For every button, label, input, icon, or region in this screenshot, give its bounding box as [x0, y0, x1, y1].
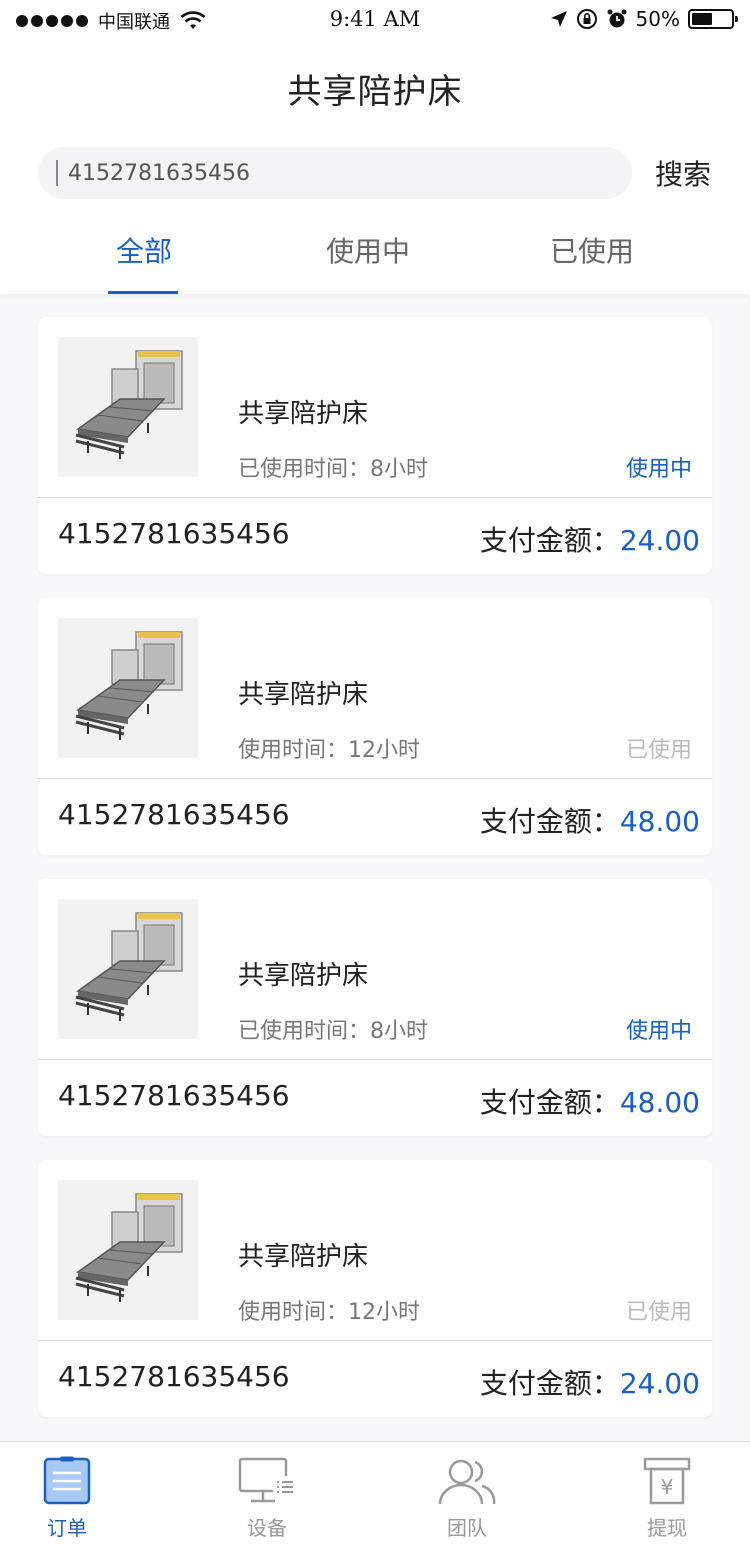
- payment-amount: 支付金额：24.00: [480, 1362, 700, 1402]
- payment-label: 支付金额：: [479, 524, 620, 557]
- divider: [38, 1059, 712, 1060]
- order-number: 4152781635456: [58, 1360, 290, 1393]
- usage-time: 使用时间：12小时: [238, 738, 420, 763]
- tabbar-item-devices[interactable]: 设备: [202, 1442, 332, 1544]
- usage-time: 已使用时间：8小时: [238, 457, 428, 482]
- product-name: 共享陪护床: [238, 680, 369, 710]
- product-image: [58, 337, 198, 477]
- order-number: 4152781635456: [58, 798, 290, 831]
- filter-tabs: 全部 使用中 已使用: [0, 230, 750, 294]
- status-badge: 使用中: [625, 1019, 692, 1044]
- payment-label: 支付金额：: [479, 1367, 620, 1400]
- bottom-tab-bar: 订单 设备 团队 ¥ 提现: [0, 1441, 750, 1544]
- tab-used[interactable]: 已使用: [512, 230, 672, 294]
- tab-all[interactable]: 全部: [64, 230, 224, 294]
- amount-value: 24.00: [619, 524, 700, 557]
- product-image: [58, 899, 198, 1039]
- team-icon: [438, 1459, 496, 1505]
- tabbar-item-team[interactable]: 团队: [402, 1442, 532, 1544]
- status-bar-right: 50%: [550, 7, 738, 31]
- product-name: 共享陪护床: [238, 1242, 369, 1272]
- tabbar-item-orders[interactable]: 订单: [2, 1442, 132, 1544]
- status-badge: 使用中: [625, 457, 692, 482]
- payment-amount: 支付金额：24.00: [480, 519, 700, 559]
- order-card[interactable]: 共享陪护床 已使用时间：8小时 使用中 4152781635456 支付金额：4…: [38, 879, 712, 1136]
- order-icon: [43, 1456, 91, 1505]
- svg-text:¥: ¥: [661, 1475, 674, 1499]
- tabbar-label: 团队: [447, 1516, 487, 1540]
- divider: [38, 497, 712, 498]
- status-badge: 已使用: [625, 738, 692, 763]
- bed-illustration: [58, 337, 198, 477]
- page-title: 共享陪护床: [287, 72, 463, 112]
- status-badge: 已使用: [625, 1300, 692, 1325]
- battery-percent: 50%: [635, 7, 680, 31]
- order-list: 共享陪护床 已使用时间：8小时 使用中 4152781635456 支付金额：2…: [38, 317, 712, 1441]
- device-icon: [238, 1457, 295, 1503]
- header: 共享陪护床 搜索 全部 使用中 已使用: [0, 40, 750, 294]
- payment-amount: 支付金额：48.00: [480, 800, 700, 840]
- text-cursor: [56, 160, 58, 186]
- search-box: [38, 147, 632, 199]
- alarm-icon: [607, 9, 627, 28]
- usage-time: 使用时间：12小时: [238, 1300, 420, 1325]
- tabbar-item-withdraw[interactable]: ¥ 提现: [602, 1442, 732, 1544]
- amount-value: 48.00: [619, 1086, 700, 1119]
- product-name: 共享陪护床: [238, 399, 369, 429]
- amount-value: 48.00: [619, 805, 700, 838]
- bed-illustration: [58, 899, 198, 1039]
- bed-illustration: [58, 618, 198, 758]
- order-number: 4152781635456: [58, 1079, 290, 1112]
- tabbar-label: 提现: [647, 1516, 687, 1540]
- order-number: 4152781635456: [58, 517, 290, 550]
- product-image: [58, 1180, 198, 1320]
- order-card[interactable]: 共享陪护床 使用时间：12小时 已使用 4152781635456 支付金额：4…: [38, 598, 712, 855]
- divider: [38, 778, 712, 779]
- payment-label: 支付金额：: [479, 1086, 620, 1119]
- rotation-lock-icon: [576, 9, 597, 29]
- active-tab-indicator: [108, 291, 178, 294]
- order-card[interactable]: 共享陪护床 已使用时间：8小时 使用中 4152781635456 支付金额：2…: [38, 317, 712, 574]
- payment-label: 支付金额：: [479, 805, 620, 838]
- search-button[interactable]: 搜索: [655, 153, 711, 193]
- status-bar: 中国联通 9:41 AM 50%: [0, 0, 750, 40]
- search-input[interactable]: [68, 160, 548, 186]
- location-icon: [550, 11, 567, 27]
- product-image: [58, 618, 198, 758]
- battery-icon: [688, 9, 738, 29]
- withdraw-icon: ¥: [643, 1457, 691, 1505]
- tabbar-label: 设备: [247, 1516, 287, 1540]
- payment-amount: 支付金额：48.00: [480, 1081, 700, 1121]
- product-name: 共享陪护床: [238, 961, 369, 991]
- amount-value: 24.00: [619, 1367, 700, 1400]
- tab-in-use[interactable]: 使用中: [288, 230, 448, 294]
- tabbar-label: 订单: [47, 1516, 87, 1540]
- bed-illustration: [58, 1180, 198, 1320]
- order-card[interactable]: 共享陪护床 使用时间：12小时 已使用 4152781635456 支付金额：2…: [38, 1160, 712, 1417]
- usage-time: 已使用时间：8小时: [238, 1019, 428, 1044]
- divider: [38, 1340, 712, 1341]
